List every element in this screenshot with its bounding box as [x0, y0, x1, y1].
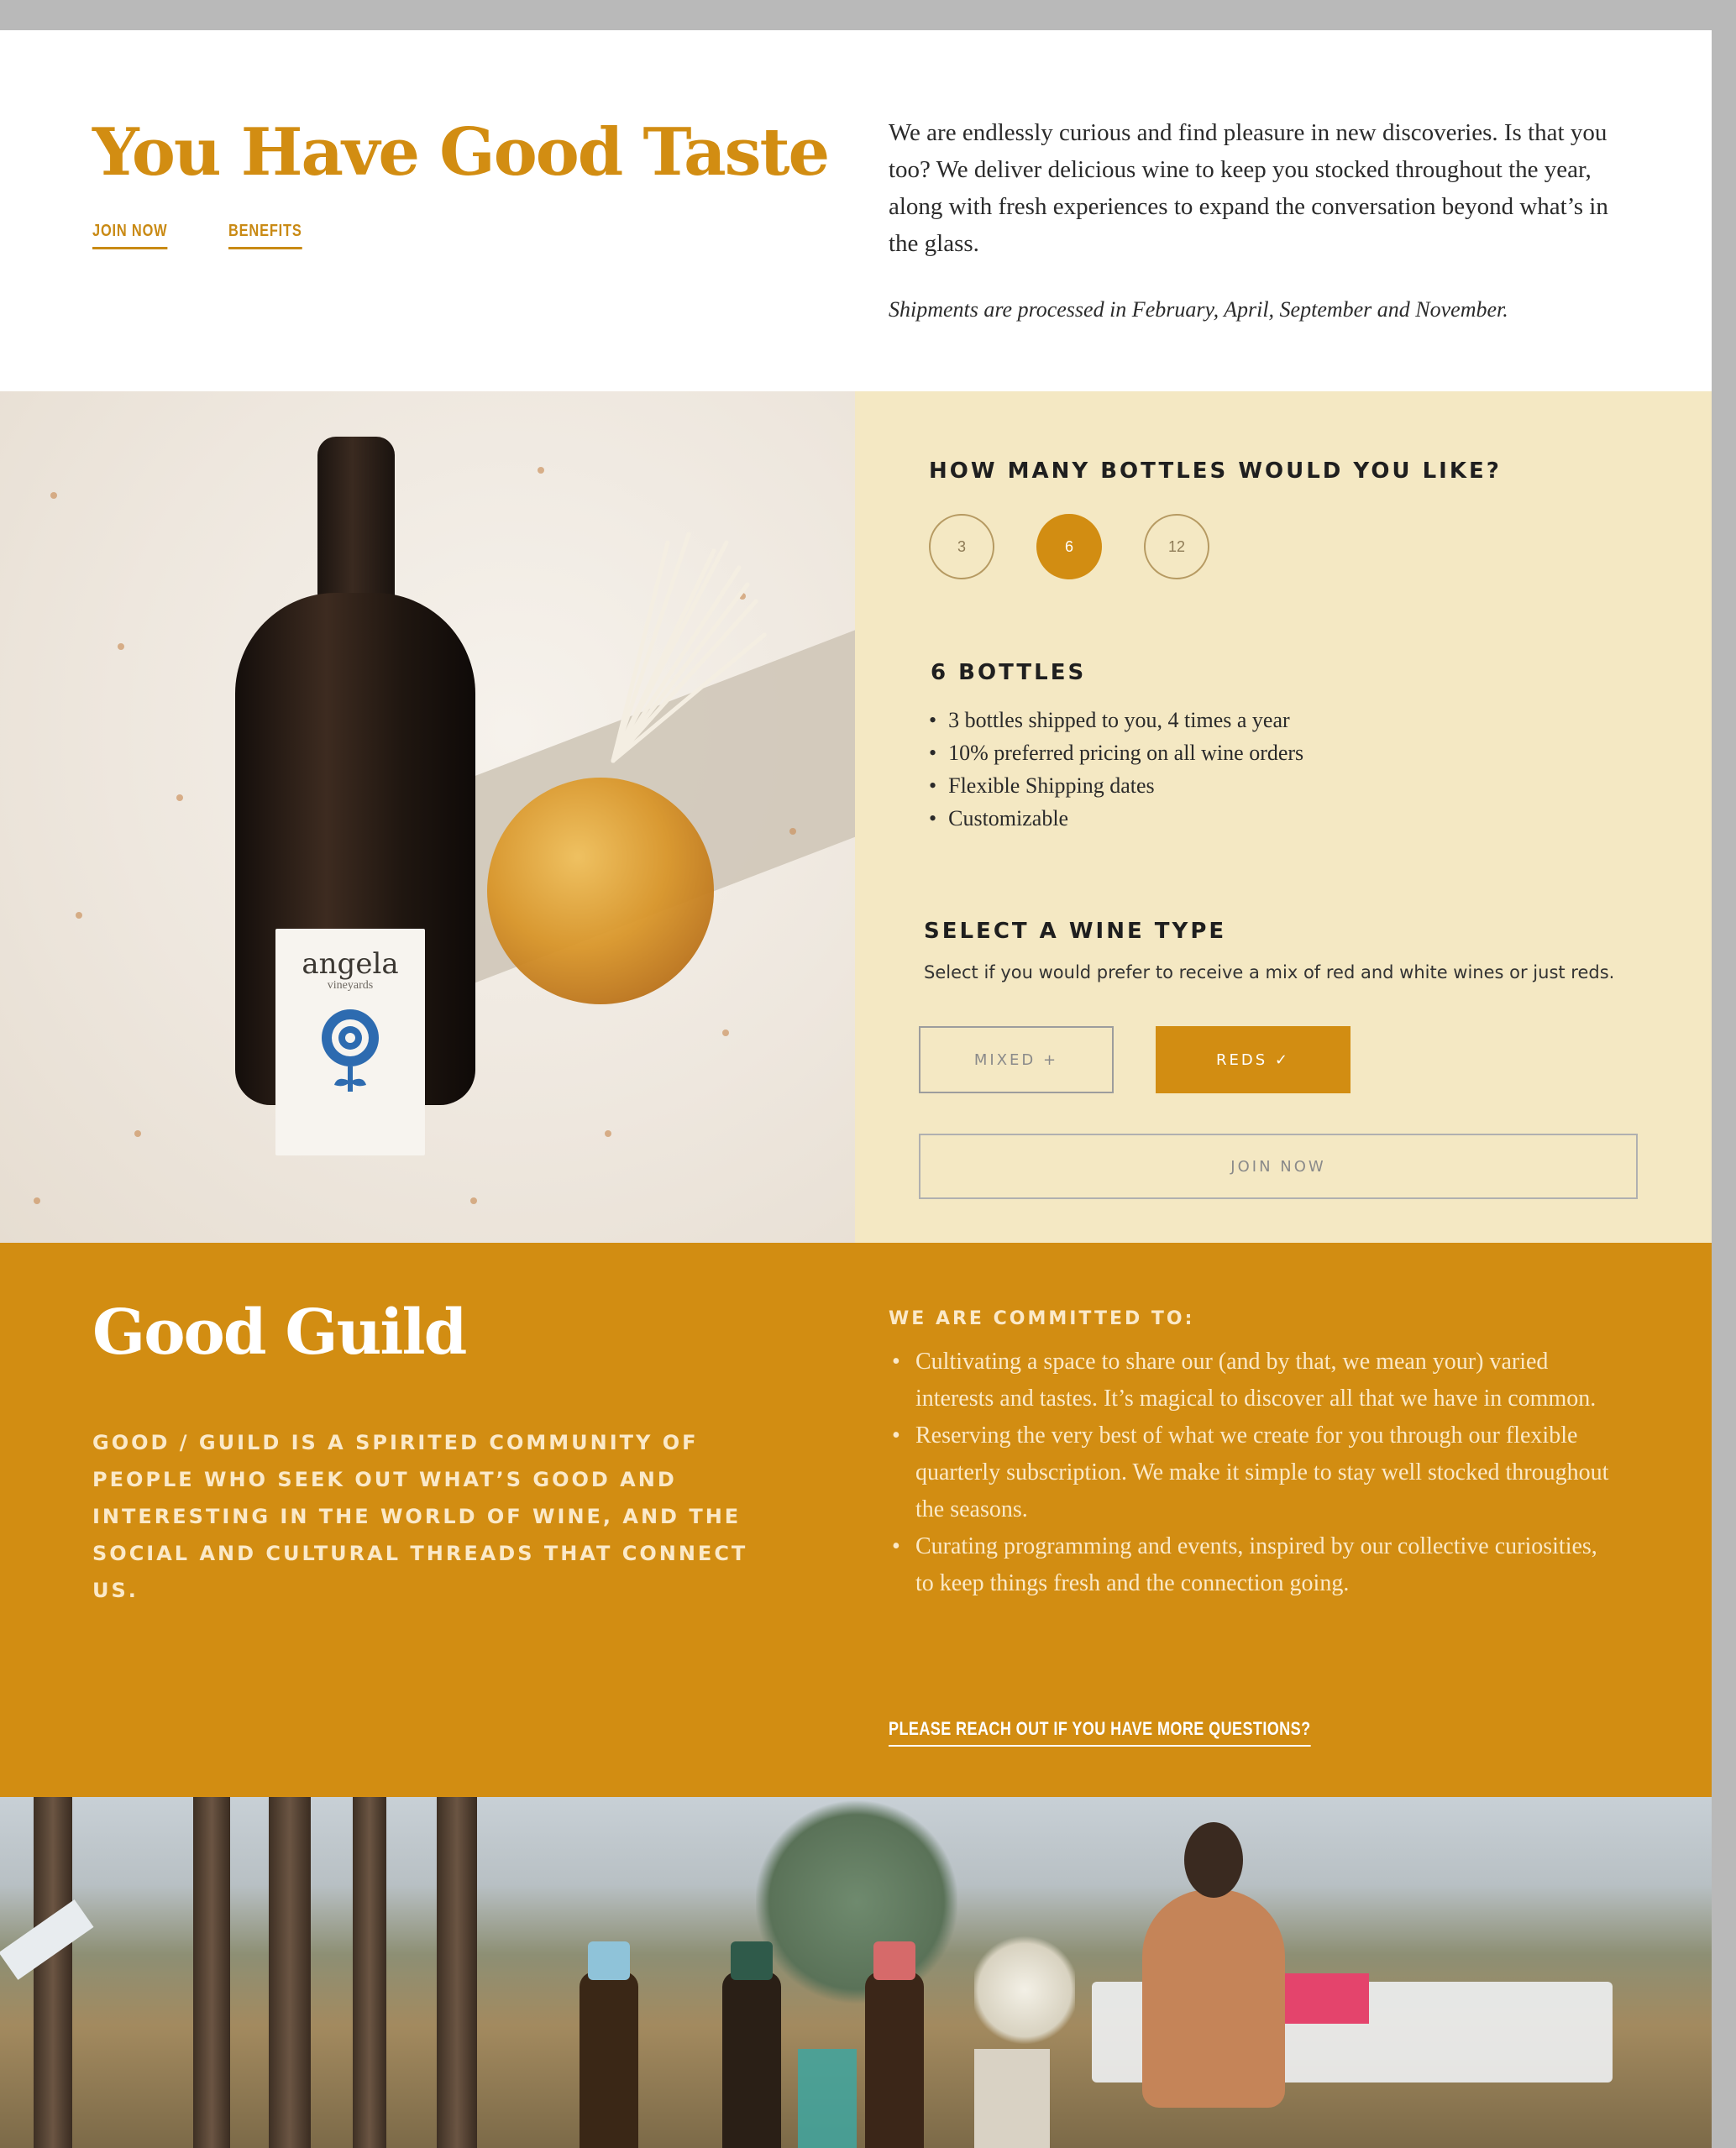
- tree-trunk: [353, 1797, 386, 2148]
- flower-bouquet: [756, 1797, 957, 2007]
- teal-vase: [798, 2049, 857, 2148]
- guild-description: GOOD / GUILD IS A SPIRITED COMMUNITY OF …: [92, 1431, 748, 1602]
- dried-palm-icon: [611, 532, 767, 763]
- commit-heading: WE ARE COMMITTED TO:: [889, 1308, 1195, 1329]
- list-item: Customizable: [929, 802, 1303, 835]
- commitments-list: Cultivating a space to share our (and by…: [889, 1344, 1619, 1602]
- list-item: Flexible Shipping dates: [929, 769, 1303, 802]
- white-vase: [974, 2049, 1050, 2148]
- tree-trunk: [34, 1797, 72, 2148]
- bottles-heading: HOW MANY BOTTLES WOULD YOU LIKE?: [929, 458, 1502, 484]
- list-item: Cultivating a space to share our (and by…: [889, 1344, 1619, 1417]
- join-now-button[interactable]: JOIN NOW: [919, 1134, 1638, 1199]
- mixed-button[interactable]: MIXED +: [919, 1026, 1114, 1093]
- person: [1142, 1889, 1285, 2108]
- wine-type-heading: SELECT A WINE TYPE: [924, 919, 1227, 944]
- good-guild-section: Good Guild GOOD / GUILD IS A SPIRITED CO…: [0, 1243, 1712, 1797]
- daisy-bouquet: [974, 1931, 1075, 2049]
- bottle-label: angela vineyards: [275, 929, 425, 1155]
- quantity-3-button[interactable]: 3: [929, 514, 994, 579]
- person-head: [1184, 1822, 1243, 1898]
- tree-trunk: [193, 1797, 230, 2148]
- wine-type-description: Select if you would prefer to receive a …: [924, 962, 1615, 982]
- selection-heading: 6 BOTTLES: [931, 660, 1087, 685]
- page: You Have Good Taste JOIN NOW BENEFITS We…: [0, 30, 1712, 2148]
- reds-button[interactable]: REDS ✓: [1156, 1026, 1351, 1093]
- guild-title: Good Guild: [92, 1297, 467, 1369]
- tree-trunk: [269, 1797, 311, 2148]
- benefits-link[interactable]: BENEFITS: [228, 222, 302, 249]
- wine-bottle: [722, 1941, 781, 2148]
- benefits-list: 3 bottles shipped to you, 4 times a year…: [929, 704, 1303, 835]
- list-item: 10% preferred pricing on all wine orders: [929, 736, 1303, 769]
- pink-cushion: [1277, 1973, 1369, 2024]
- page-title: You Have Good Taste: [92, 114, 830, 191]
- wine-bottle: [580, 1941, 638, 2148]
- tree-trunk: [437, 1797, 477, 2148]
- list-item: 3 bottles shipped to you, 4 times a year: [929, 704, 1303, 736]
- intro-description: We are endlessly curious and find pleasu…: [889, 119, 1608, 257]
- quantity-6-button[interactable]: 6: [1036, 514, 1102, 579]
- subscription-config: HOW MANY BOTTLES WOULD YOU LIKE? 3 6 12 …: [855, 391, 1712, 1243]
- wine-bottle: [865, 1941, 924, 2148]
- intro-section: You Have Good Taste JOIN NOW BENEFITS We…: [0, 30, 1712, 391]
- wine-bottle-photo: angela vineyards: [0, 391, 855, 1243]
- contact-link[interactable]: PLEASE REACH OUT IF YOU HAVE MORE QUESTI…: [889, 1718, 1311, 1747]
- outdoor-gathering-photo: [0, 1797, 1712, 2148]
- list-item: Curating programming and events, inspire…: [889, 1528, 1619, 1602]
- label-sub: vineyards: [327, 979, 374, 992]
- shipment-note: Shipments are processed in February, Apr…: [889, 297, 1508, 322]
- quantity-12-button[interactable]: 12: [1144, 514, 1209, 579]
- label-brand: angela: [302, 947, 399, 981]
- join-now-link[interactable]: JOIN NOW: [92, 222, 168, 249]
- amber-vase: [487, 778, 714, 1004]
- flower-logo-icon: [322, 1009, 379, 1092]
- list-item: Reserving the very best of what we creat…: [889, 1417, 1619, 1528]
